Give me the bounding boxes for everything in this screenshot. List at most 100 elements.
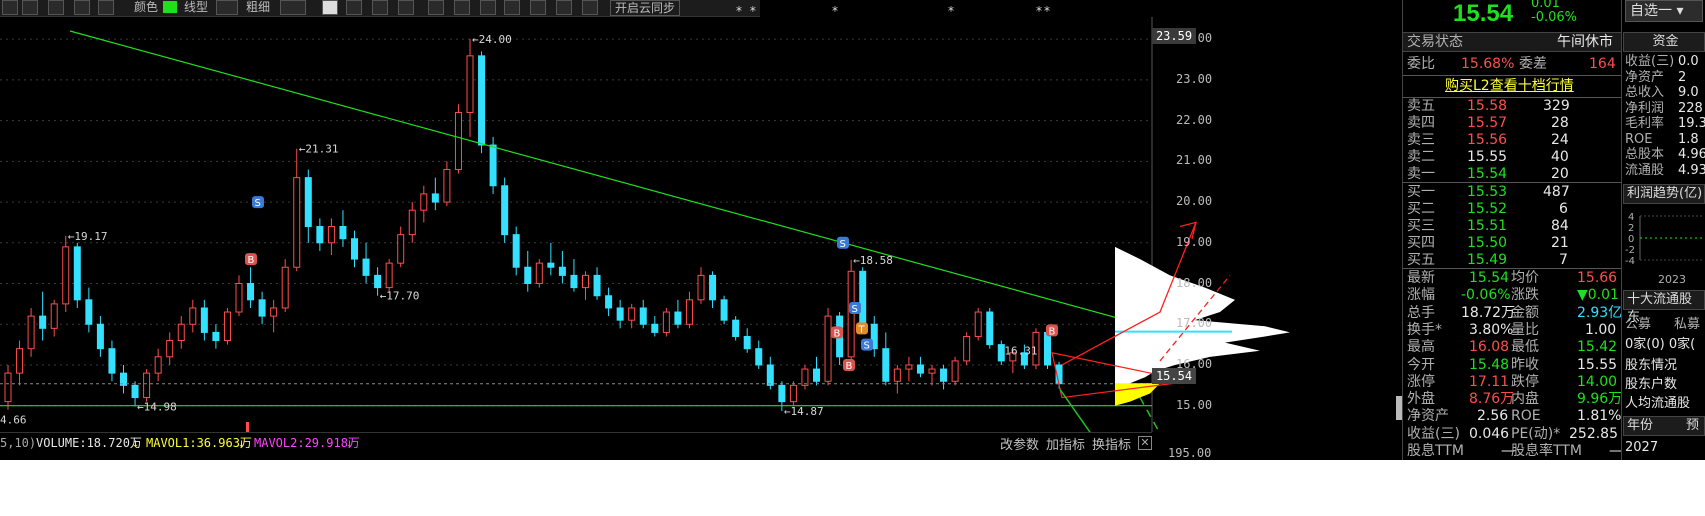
line-tool-icon[interactable] bbox=[22, 0, 38, 15]
text-tool-icon[interactable] bbox=[398, 0, 414, 15]
candle-body bbox=[62, 246, 70, 305]
line-style-dropdown[interactable] bbox=[216, 0, 238, 15]
candle-body bbox=[755, 348, 763, 366]
candle-body bbox=[997, 344, 1005, 362]
close-icon[interactable]: ✕ bbox=[1138, 436, 1152, 450]
candle-body bbox=[662, 311, 670, 333]
pin-tool-icon[interactable] bbox=[346, 0, 362, 15]
order-book-row[interactable]: 买二 15.52 6 bbox=[1403, 201, 1621, 218]
delete-tool-icon[interactable] bbox=[504, 0, 520, 15]
level-volume: 40 bbox=[1551, 149, 1569, 165]
order-book-row[interactable]: 买五 15.49 7 bbox=[1403, 252, 1621, 269]
arrow-tool-icon[interactable] bbox=[48, 0, 64, 15]
level-label: 卖三 bbox=[1407, 132, 1435, 148]
thickness-dropdown[interactable] bbox=[280, 0, 306, 15]
col-private: 私募 bbox=[1674, 317, 1701, 332]
event-marker[interactable]: * bbox=[948, 4, 956, 18]
stat-label: 总手 bbox=[1407, 304, 1435, 321]
profit-trend-header[interactable]: 利润趋势(亿) bbox=[1623, 184, 1705, 204]
line-style-label[interactable]: 线型 bbox=[184, 0, 208, 14]
order-book-row[interactable]: 买三 15.51 84 bbox=[1403, 218, 1621, 235]
order-book-row[interactable]: 卖一 15.54 20 bbox=[1403, 166, 1621, 183]
price-tick: 15.00 bbox=[1176, 397, 1213, 412]
fin-label: 总收入 bbox=[1625, 85, 1665, 100]
candle-body bbox=[362, 258, 370, 276]
candle-body bbox=[512, 234, 520, 268]
stat-value: 3.80% bbox=[1469, 321, 1514, 338]
hide-tool-icon[interactable] bbox=[556, 0, 572, 15]
level-label: 卖二 bbox=[1407, 149, 1435, 165]
signal-label: B bbox=[834, 328, 841, 339]
candle-body bbox=[766, 364, 774, 386]
level-label: 卖一 bbox=[1407, 166, 1435, 182]
level-price: 15.55 bbox=[1467, 149, 1508, 165]
tab-fund[interactable]: 资金 bbox=[1623, 32, 1705, 52]
fin-label: 净资产 bbox=[1625, 69, 1665, 85]
candle-body bbox=[720, 299, 728, 321]
price-annotation: ←14.98 bbox=[137, 401, 177, 414]
settings-gear-icon[interactable] bbox=[530, 0, 546, 15]
candle-body bbox=[732, 319, 740, 337]
fin-value: 4.93 bbox=[1678, 162, 1705, 178]
cursor-tool-icon[interactable] bbox=[322, 0, 338, 15]
arrow-down-tool-icon[interactable] bbox=[372, 0, 388, 15]
candle-body bbox=[789, 384, 797, 403]
stat-row: 总手 18.72万 金额 2.93亿 bbox=[1403, 304, 1622, 322]
watchlist-select[interactable]: 自选一 ▾ bbox=[1625, 0, 1703, 22]
indicator-params: 5,10) bbox=[0, 436, 37, 450]
box-tool-icon[interactable] bbox=[98, 0, 114, 15]
avg-float-link[interactable]: 人均流通股 bbox=[1625, 396, 1690, 411]
order-book-row[interactable]: 卖三 15.56 24 bbox=[1403, 132, 1621, 149]
candle-body bbox=[177, 323, 185, 342]
volume-value: VOLUME:18.720万 bbox=[36, 436, 142, 450]
level-price: 15.56 bbox=[1467, 132, 1508, 148]
order-book-row[interactable]: 买四 15.50 21 bbox=[1403, 235, 1621, 252]
top10-holders-header[interactable]: 十大流通股东 bbox=[1623, 290, 1705, 325]
pen-tool-icon[interactable] bbox=[2, 0, 18, 15]
switch-indicator-button[interactable]: 换指标 bbox=[1092, 434, 1131, 453]
level-price: 15.53 bbox=[1467, 184, 1508, 200]
event-marker[interactable]: ** bbox=[1036, 4, 1052, 18]
candle-body bbox=[339, 226, 347, 240]
order-book-row[interactable]: 买一 15.53 487 bbox=[1403, 184, 1621, 201]
ray-tool-icon[interactable] bbox=[74, 0, 90, 15]
color-label: 颜色 bbox=[134, 0, 159, 14]
event-marker[interactable]: * * bbox=[736, 4, 758, 18]
note-tool-icon[interactable] bbox=[428, 0, 444, 15]
holders-link[interactable]: 股东情况 bbox=[1625, 358, 1677, 373]
weibi-row: 委比 15.68% 委差 164 bbox=[1403, 56, 1621, 73]
level-volume: 21 bbox=[1551, 235, 1569, 251]
signal-label: B bbox=[846, 361, 853, 372]
candle-body bbox=[697, 274, 705, 301]
stat-label: 最新 bbox=[1407, 270, 1435, 286]
stat-value: 1.00 bbox=[1585, 321, 1617, 338]
candle-body bbox=[639, 307, 647, 325]
change-params-button[interactable]: 改参数 bbox=[1000, 434, 1039, 453]
candle-body bbox=[558, 266, 566, 276]
add-indicator-button[interactable]: 加指标 bbox=[1046, 434, 1085, 453]
last-price: 15.54 bbox=[1453, 0, 1514, 27]
candle-body bbox=[709, 274, 717, 301]
undo-tool-icon[interactable] bbox=[582, 0, 598, 15]
side-panel: 自选一 ▾ 资金 收益(三) 0.0 净资产 2 总收入 9.0 净利润 228 毛利率 19.3… bbox=[1621, 0, 1705, 460]
order-book-row[interactable]: 卖五 15.58 329 bbox=[1403, 98, 1621, 115]
order-book-row[interactable]: 卖二 15.55 40 bbox=[1403, 149, 1621, 166]
event-marker[interactable]: * bbox=[832, 4, 840, 18]
lock-tool-icon[interactable] bbox=[480, 0, 496, 15]
candle-body bbox=[605, 295, 613, 309]
candle-body bbox=[905, 364, 913, 370]
fin-value: 2 bbox=[1678, 69, 1687, 85]
order-book-row[interactable]: 卖四 15.57 28 bbox=[1403, 115, 1621, 132]
price-change-pct: -0.06% bbox=[1531, 10, 1577, 25]
l2-link[interactable]: 购买L2查看十档行情 bbox=[1445, 78, 1574, 95]
stat-label: 均价 bbox=[1511, 270, 1539, 286]
holder-count-link[interactable]: 股东户数 bbox=[1625, 377, 1677, 392]
year-header: 年份 预 bbox=[1623, 416, 1705, 436]
color-swatch[interactable] bbox=[163, 1, 177, 13]
eraser-tool-icon[interactable] bbox=[454, 0, 470, 15]
candle-body bbox=[39, 315, 47, 329]
thickness-label[interactable]: 粗细 bbox=[246, 0, 270, 14]
cloud-sync-button[interactable]: 开启云同步 bbox=[610, 0, 681, 16]
level-label: 卖五 bbox=[1407, 98, 1435, 114]
volume-indicator-bar: 5,10) VOLUME:18.720万 ↓ MAVOL1:36.963万 ↓ … bbox=[0, 432, 1152, 452]
